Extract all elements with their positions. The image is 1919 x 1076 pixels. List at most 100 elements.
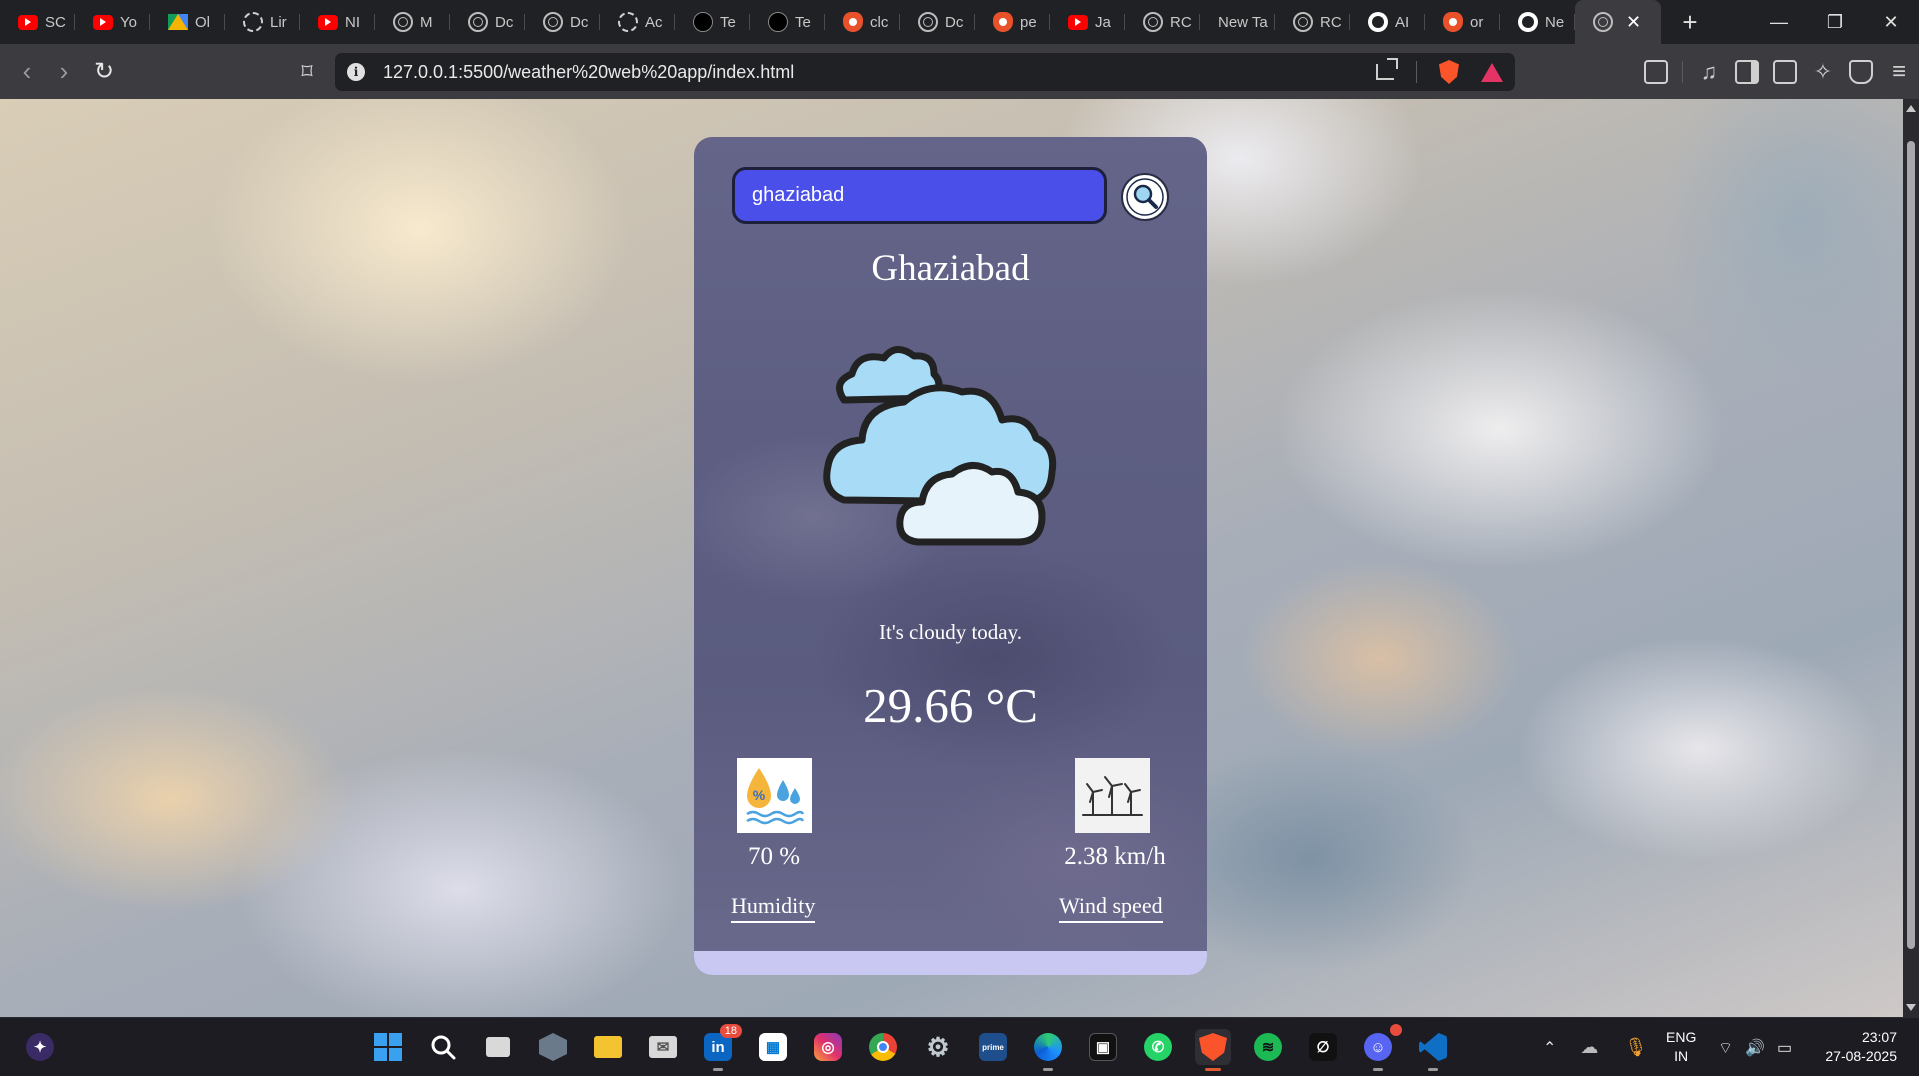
microsoft-store-icon[interactable]: ▦ (755, 1029, 791, 1065)
brave-rewards-icon[interactable] (1481, 62, 1503, 82)
search-icon (1126, 178, 1164, 216)
reload-button[interactable]: ↻ (86, 54, 122, 90)
temperature: 29.66 °C (863, 678, 1038, 733)
tab-item[interactable]: pe (975, 0, 1050, 44)
close-window-button[interactable]: ✕ (1863, 0, 1919, 44)
back-button[interactable]: ‹ (9, 54, 45, 90)
globe-icon (1143, 12, 1163, 32)
tab-item[interactable]: Yo (75, 0, 150, 44)
tab-label: NI (345, 13, 360, 31)
brave-shields-icon[interactable] (1439, 60, 1459, 84)
edge-icon[interactable] (1030, 1029, 1066, 1071)
url-text[interactable]: 127.0.0.1:5500/weather%20web%20app/index… (383, 62, 794, 83)
onedrive-icon[interactable]: ☁ (1580, 1037, 1598, 1058)
tab-item[interactable]: M (375, 0, 450, 44)
brave-icon (1443, 12, 1463, 32)
tab-item[interactable]: Te (750, 0, 825, 44)
brave-browser-icon[interactable] (1195, 1029, 1231, 1071)
humidity-label: Humidity (731, 893, 816, 923)
clock[interactable]: 23:07 27-08-2025 (1825, 1028, 1897, 1066)
volume-icon: 🔊 (1745, 1039, 1765, 1057)
tab-label: M (420, 13, 433, 31)
tab-item[interactable]: Ol (150, 0, 225, 44)
linkedin-icon[interactable]: in 18 (700, 1024, 742, 1071)
prime-video-icon[interactable]: prime (975, 1029, 1011, 1065)
globe-icon (393, 12, 413, 32)
site-info-icon[interactable]: i (347, 63, 365, 81)
tab-item[interactable]: clc (825, 0, 900, 44)
forward-button[interactable]: › (46, 54, 82, 90)
wind-speed-value: 2.38 km/h (1064, 843, 1166, 870)
instagram-icon[interactable]: ◎ (810, 1029, 846, 1065)
scroll-up-arrow[interactable] (1906, 105, 1916, 112)
vscode-icon[interactable] (1415, 1029, 1451, 1071)
tab-item[interactable]: or (1425, 0, 1500, 44)
vpn-icon[interactable] (1849, 59, 1873, 84)
browser-tab-strip: SC Yo Ol Lir NI M Dc Dc Ac Te Te clc Dc pe Ja RC New Ta R… (0, 0, 1919, 44)
show-hidden-icons-chevron-icon[interactable]: ⌃ (1543, 1038, 1556, 1058)
tab-label: SC (45, 13, 66, 31)
address-bar[interactable]: i 127.0.0.1:5500/weather%20web%20app/ind… (335, 53, 1515, 91)
scroll-thumb[interactable] (1907, 141, 1915, 949)
microphone-icon[interactable]: 🎙 (1624, 1037, 1647, 1058)
tab-item[interactable]: New Ta (1200, 0, 1275, 44)
tab-label: Lir (270, 13, 287, 31)
wallet-icon[interactable] (1773, 59, 1797, 84)
bookmark-icon[interactable]: ⌑ (289, 54, 325, 90)
toolbar-actions: ♫ ✧ ≡ (1644, 44, 1911, 99)
discord-icon[interactable]: ☺ (1360, 1024, 1402, 1071)
start-button[interactable] (370, 1029, 406, 1065)
search-button[interactable] (1121, 173, 1169, 221)
tab-item[interactable]: NI (300, 0, 375, 44)
menu-icon[interactable]: ≡ (1887, 58, 1911, 85)
scroll-down-arrow[interactable] (1906, 1004, 1916, 1011)
globe-icon (468, 12, 488, 32)
quick-settings[interactable]: ⌔ 🔊 ▭ (1718, 1018, 1792, 1076)
tab-item[interactable]: AI (1350, 0, 1425, 44)
restore-button[interactable]: ❐ (1807, 0, 1863, 44)
reader-mode-icon[interactable] (1644, 59, 1668, 84)
settings-icon[interactable]: ⚙ (920, 1029, 956, 1065)
wind-turbine-icon (1075, 758, 1150, 833)
tab-item[interactable]: Dc (450, 0, 525, 44)
brave-icon (993, 12, 1013, 32)
spotify-icon[interactable]: ≋ (1250, 1029, 1286, 1065)
file-explorer-icon[interactable] (590, 1029, 626, 1065)
leo-ai-icon[interactable]: ✧ (1811, 59, 1835, 84)
tab-active[interactable]: ✕ (1575, 0, 1661, 44)
close-tab-icon[interactable]: ✕ (1626, 12, 1641, 33)
language-indicator[interactable]: ENG IN (1666, 1028, 1696, 1066)
tab-item[interactable]: RC (1275, 0, 1350, 44)
page-scrollbar[interactable] (1903, 99, 1919, 1017)
obsidian-icon[interactable]: ∅ (1305, 1029, 1341, 1065)
sidebar-icon[interactable] (1735, 59, 1759, 84)
mail-icon[interactable]: ✉ (645, 1029, 681, 1065)
search-icon[interactable] (425, 1029, 461, 1065)
notification-badge: 18 (719, 1024, 742, 1038)
music-icon[interactable]: ♫ (1697, 59, 1721, 84)
chrome-icon[interactable] (865, 1029, 901, 1065)
tab-item[interactable]: Ac (600, 0, 675, 44)
tab-item[interactable]: Dc (525, 0, 600, 44)
capcut-icon[interactable]: ▣ (1085, 1029, 1121, 1065)
tab-item[interactable]: Lir (225, 0, 300, 44)
tab-item[interactable]: Ja (1050, 0, 1125, 44)
tab-list: SC Yo Ol Lir NI M Dc Dc Ac Te Te clc Dc pe Ja RC New Ta R… (0, 0, 1575, 44)
tab-item[interactable]: RC (1125, 0, 1200, 44)
whatsapp-icon[interactable]: ✆ (1140, 1029, 1176, 1065)
tab-item[interactable]: Ne (1500, 0, 1575, 44)
widgets-icon[interactable]: ✦ (22, 1029, 58, 1065)
page-viewport: Ghaziabad It's cloudy today. 29.66 °C % … (0, 99, 1919, 1017)
running-indicator (1043, 1068, 1053, 1071)
tab-item[interactable]: Te (675, 0, 750, 44)
new-tab-button[interactable]: + (1675, 7, 1705, 38)
clock-time: 23:07 (1861, 1029, 1897, 1045)
tab-item[interactable]: Dc (900, 0, 975, 44)
copilot-icon[interactable] (535, 1029, 571, 1065)
share-icon[interactable] (1376, 58, 1398, 80)
city-search-input[interactable] (732, 167, 1107, 224)
minimize-button[interactable]: — (1751, 0, 1807, 44)
humidity-value: 70 % (747, 843, 801, 870)
task-view-icon[interactable] (480, 1029, 516, 1065)
tab-item[interactable]: SC (0, 0, 75, 44)
